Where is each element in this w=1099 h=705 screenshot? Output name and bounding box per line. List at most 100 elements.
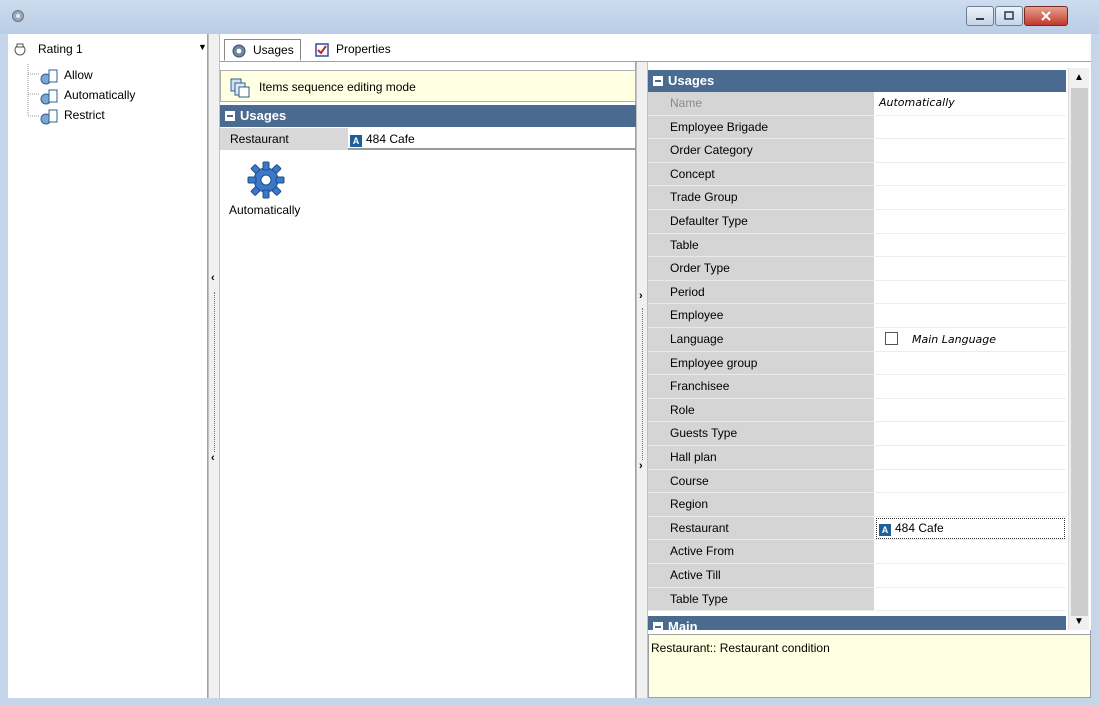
property-value[interactable] <box>875 139 1066 163</box>
collapse-right-icon[interactable]: › <box>639 460 643 472</box>
property-value[interactable] <box>875 540 1066 564</box>
property-key: Region <box>648 493 874 517</box>
property-value[interactable] <box>875 588 1066 612</box>
tab-properties[interactable]: Properties <box>308 39 397 61</box>
property-row-role[interactable]: Role <box>648 398 1066 423</box>
property-key: Employee <box>648 304 874 328</box>
property-value[interactable] <box>875 493 1066 517</box>
tree-item-label: Restrict <box>64 108 105 122</box>
property-row-defaulter-type[interactable]: Defaulter Type <box>648 210 1066 234</box>
property-value[interactable] <box>875 399 1066 423</box>
property-row-concept[interactable]: Concept <box>648 162 1066 187</box>
property-key: Franchisee <box>648 375 874 399</box>
collapse-icon[interactable] <box>653 622 663 630</box>
gear-icon <box>247 161 285 199</box>
property-row-employee[interactable]: Employee <box>648 304 1066 328</box>
property-value[interactable] <box>875 257 1066 281</box>
property-value[interactable] <box>875 281 1066 305</box>
property-row-employee-brigade[interactable]: Employee Brigade <box>648 115 1066 140</box>
property-key: Employee Brigade <box>648 115 874 140</box>
close-button[interactable] <box>1024 6 1068 26</box>
property-row-active-till[interactable]: Active Till <box>648 564 1066 588</box>
property-value[interactable] <box>875 304 1066 328</box>
property-row-course[interactable]: Course <box>648 469 1066 494</box>
language-checkbox[interactable] <box>885 332 898 345</box>
property-row-hall-plan[interactable]: Hall plan <box>648 446 1066 470</box>
gear-icon <box>10 8 26 24</box>
left-splitter[interactable]: ‹ ‹ <box>208 34 220 698</box>
rating-icon <box>14 43 26 56</box>
property-value[interactable] <box>875 470 1066 494</box>
collapse-icon[interactable] <box>653 76 663 86</box>
property-row-region[interactable]: Region <box>648 493 1066 517</box>
group-title: Main <box>668 619 698 630</box>
scrollbar-thumb[interactable] <box>1071 88 1088 616</box>
minimize-button[interactable] <box>966 6 994 26</box>
usages-property-group-header[interactable]: Usages <box>648 70 1066 92</box>
maximize-button[interactable] <box>995 6 1023 26</box>
property-row-order-type[interactable]: Order Type <box>648 257 1066 281</box>
property-row-period[interactable]: Period <box>648 280 1066 305</box>
property-row-language[interactable]: Language Main Language <box>648 328 1066 352</box>
usage-item-label: Automatically <box>229 203 301 217</box>
usage-item-automatically[interactable]: Automatically <box>226 160 312 230</box>
property-key: Defaulter Type <box>648 210 874 234</box>
sequence-mode-bar[interactable]: Items sequence editing mode <box>220 70 636 102</box>
property-value[interactable] <box>875 116 1066 140</box>
property-row-name[interactable]: Name Automatically <box>648 92 1066 116</box>
usage-node-icon <box>40 89 58 105</box>
property-key: Name <box>648 92 874 116</box>
usage-node-icon <box>40 109 58 125</box>
property-row-trade-group[interactable]: Trade Group <box>648 186 1066 210</box>
property-value[interactable]: Automatically <box>875 92 1066 116</box>
usage-condition-row[interactable]: Restaurant A 484 Cafe <box>220 128 636 150</box>
property-value[interactable] <box>875 186 1066 210</box>
collapse-icon[interactable] <box>225 111 235 121</box>
property-row-active-from[interactable]: Active From <box>648 540 1066 564</box>
usages-group-header[interactable]: Usages <box>220 105 636 127</box>
property-row-table[interactable]: Table <box>648 233 1066 258</box>
main-property-group-header[interactable]: Main <box>648 616 1066 630</box>
property-value[interactable]: Main Language <box>875 328 1066 352</box>
property-key: Concept <box>648 162 874 187</box>
property-value[interactable] <box>875 564 1066 588</box>
property-value[interactable] <box>875 234 1066 258</box>
property-value[interactable]: A 484 Cafe <box>875 517 1066 541</box>
chevron-up-icon[interactable]: ▲ <box>1074 72 1084 83</box>
property-key: Restaurant <box>648 516 874 541</box>
property-key: Order Type <box>648 257 874 281</box>
property-row-restaurant[interactable]: Restaurant A 484 Cafe <box>648 516 1066 541</box>
collapse-right-icon[interactable]: › <box>639 290 643 302</box>
tab-usages[interactable]: Usages <box>224 39 301 61</box>
tree-item-label: Allow <box>64 68 93 82</box>
property-value[interactable] <box>875 422 1066 446</box>
chevron-down-icon[interactable]: ▼ <box>1074 616 1084 627</box>
property-value[interactable] <box>875 375 1066 399</box>
property-row-guests-type[interactable]: Guests Type <box>648 422 1066 446</box>
property-value[interactable] <box>875 163 1066 187</box>
rating-dropdown[interactable]: Rating 1 ▼ <box>8 40 208 60</box>
property-key: Table Type <box>648 587 874 612</box>
condition-value-text: 484 Cafe <box>366 132 415 146</box>
group-title: Usages <box>668 73 715 88</box>
right-splitter[interactable]: › › <box>636 62 648 698</box>
property-key: Role <box>648 398 874 423</box>
property-value[interactable] <box>875 210 1066 234</box>
property-key: Trade Group <box>648 186 874 210</box>
property-value-text: Main Language <box>912 333 997 346</box>
property-row-franchisee[interactable]: Franchisee <box>648 375 1066 399</box>
splitter-grip <box>642 308 643 460</box>
property-key: Order Category <box>648 139 874 163</box>
property-row-employee-group[interactable]: Employee group <box>648 351 1066 376</box>
gear-icon <box>232 44 246 58</box>
title-bar <box>0 0 1099 34</box>
collapse-left-icon[interactable]: ‹ <box>211 452 215 464</box>
property-key: Period <box>648 280 874 305</box>
property-row-order-category[interactable]: Order Category <box>648 139 1066 163</box>
property-row-table-type[interactable]: Table Type <box>648 587 1066 612</box>
property-grid-scrollbar[interactable]: ▲ ▼ <box>1068 68 1089 630</box>
property-value[interactable] <box>875 352 1066 376</box>
property-value[interactable] <box>875 446 1066 470</box>
tab-label: Usages <box>253 43 294 57</box>
collapse-left-icon[interactable]: ‹ <box>211 272 215 284</box>
